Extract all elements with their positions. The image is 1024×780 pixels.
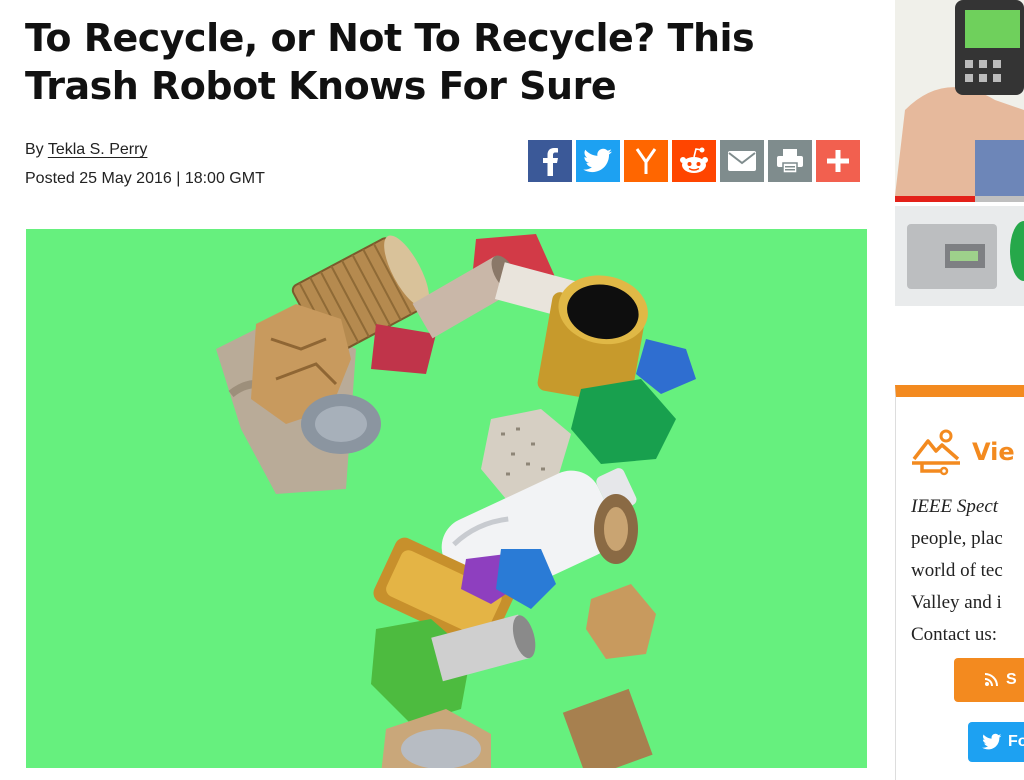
follow-label: Fo: [1008, 733, 1024, 750]
hand-payment-terminal-image: [895, 0, 1024, 196]
twitter-icon: [982, 733, 1002, 750]
subscribe-button[interactable]: S: [954, 658, 1024, 702]
about-line: Contact us:: [911, 624, 998, 645]
about-line: people, plac: [911, 528, 1003, 549]
slider-progress-active: [895, 196, 975, 202]
hero-image: [26, 229, 867, 768]
print-button[interactable]: [768, 140, 812, 182]
about-box: Vie IEEE Spect people, plac world of tec…: [895, 385, 1024, 780]
trash-question-mark-illustration: [216, 234, 696, 768]
related-story-thumbnail[interactable]: [895, 0, 1024, 196]
share-reddit-button[interactable]: [672, 140, 716, 182]
share-more-button[interactable]: [816, 140, 860, 182]
share-hacker-news-button[interactable]: [624, 140, 668, 182]
sidebar: Vie IEEE Spect people, plac world of tec…: [893, 0, 1024, 780]
author-link[interactable]: Tekla S. Perry: [48, 141, 148, 158]
byline-prefix: By: [25, 141, 44, 158]
landscape-icon: [912, 429, 960, 476]
related-story-thumbnail-2[interactable]: [895, 206, 1024, 306]
printer-icon: [777, 149, 803, 174]
follow-twitter-button[interactable]: Fo: [968, 722, 1024, 762]
envelope-icon: [728, 151, 756, 171]
posted-date: Posted 25 May 2016 | 18:00 GMT: [25, 170, 265, 187]
rss-icon: [984, 673, 998, 687]
about-line: IEEE Spect: [911, 496, 999, 517]
about-heading-text: Vie: [972, 438, 1015, 466]
share-facebook-button[interactable]: [528, 140, 572, 182]
twitter-icon: [583, 148, 612, 173]
y-combinator-icon: [635, 148, 657, 174]
facebook-icon: [543, 148, 558, 176]
share-twitter-button[interactable]: [576, 140, 620, 182]
share-email-button[interactable]: [720, 140, 764, 182]
subscribe-label: S: [1006, 671, 1017, 688]
article-title: To Recycle, or Not To Recycle? This Tras…: [25, 16, 755, 108]
reddit-icon: [680, 147, 708, 173]
plus-icon: [827, 150, 849, 172]
about-line: world of tec: [911, 560, 1003, 581]
slider-progress-inactive: [975, 196, 1024, 202]
device-image: [895, 206, 1024, 306]
article: To Recycle, or Not To Recycle? This Tras…: [0, 0, 880, 768]
about-line: Valley and i: [911, 592, 1002, 613]
byline: By Tekla S. Perry: [25, 141, 147, 159]
share-bar: [528, 140, 860, 182]
about-text: IEEE Spect people, plac world of tec Val…: [911, 491, 1003, 651]
about-heading: Vie: [910, 427, 1015, 477]
